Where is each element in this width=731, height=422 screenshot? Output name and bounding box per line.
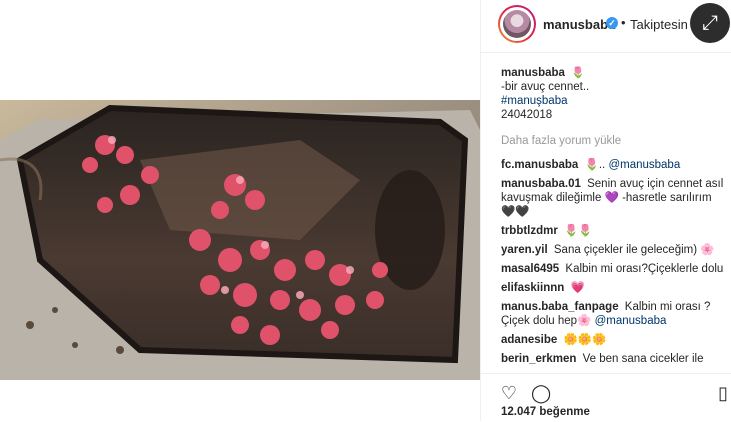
- caption: manusbaba 🌷 -bir avuç cennet.. #manuşbab…: [501, 66, 727, 122]
- caption-date: 24042018: [501, 109, 553, 121]
- comment-mention[interactable]: @manusbaba: [595, 315, 667, 327]
- header-separator: •: [621, 15, 626, 30]
- comments-list: manusbaba 🌷 -bir avuç cennet.. #manuşbab…: [501, 66, 727, 371]
- comment-username[interactable]: yaren.yil: [501, 244, 548, 256]
- comment-text: Kalbin mi orası?Çiçeklerle dolu: [565, 263, 724, 275]
- comment-username[interactable]: adanesibe: [501, 334, 557, 346]
- comment-text: 🌼🌼🌼: [563, 334, 607, 346]
- comment-username[interactable]: berin_erkmen: [501, 353, 576, 365]
- comment-emoji: 🌸: [700, 244, 715, 256]
- list-item: adanesibe 🌼🌼🌼: [501, 333, 727, 347]
- expand-arrows-icon[interactable]: ⤢: [690, 3, 730, 43]
- list-item: elifaskiinnn 💗: [501, 281, 727, 295]
- caption-hashtag[interactable]: #manuşbaba: [501, 95, 568, 107]
- list-item: yaren.yil Sana çiçekler ile geleceğim) 🌸: [501, 243, 727, 257]
- comment-text: 🌷..: [584, 159, 606, 171]
- comment-text: Ve ben sana cicekler ile: [582, 353, 704, 365]
- caption-line: -bir avuç cennet..: [501, 81, 590, 93]
- comment-username[interactable]: masal6495: [501, 263, 559, 275]
- caption-username[interactable]: manusbaba: [501, 67, 565, 79]
- likes-count[interactable]: 12.047 beğenme: [501, 406, 590, 418]
- comment-mention[interactable]: @manusbaba: [608, 159, 680, 171]
- post-photo[interactable]: [0, 100, 480, 380]
- list-item: fc.manusbaba 🌷.. @manusbaba: [501, 158, 727, 172]
- follow-status-button[interactable]: Takiptesin: [630, 17, 688, 32]
- verified-check-icon: ✓: [606, 17, 618, 29]
- heart-icon[interactable]: ♡: [499, 383, 519, 403]
- list-item: manusbaba.01 Senin avuç için cennet asıl…: [501, 177, 727, 219]
- bookmark-icon[interactable]: ▯: [713, 383, 731, 403]
- comment-text: 🌷🌷: [564, 225, 593, 237]
- list-item: masal6495 Kalbin mi orası?Çiçeklerle dol…: [501, 262, 727, 276]
- comment-username[interactable]: manus.baba_fanpage: [501, 301, 619, 313]
- comment-username[interactable]: elifaskiinnn: [501, 282, 564, 294]
- list-item: trbbtlzdmr 🌷🌷: [501, 224, 727, 238]
- comment-text: 💗: [570, 282, 585, 294]
- car-flowers-photo: [0, 100, 480, 380]
- load-more-comments-button[interactable]: Daha fazla yorum yükle: [501, 134, 727, 148]
- post-sidebar: manusbaba ✓ • Takiptesin ⤢ manusbaba 🌷 -…: [480, 0, 731, 421]
- list-item: manus.baba_fanpage Kalbin mi orası ? Çiç…: [501, 300, 727, 328]
- post-media-area: [0, 0, 480, 421]
- post-header: manusbaba ✓ • Takiptesin ⤢: [481, 0, 731, 53]
- comment-text: Sana çiçekler ile geleceğim): [553, 244, 698, 256]
- comment-username[interactable]: manusbaba.01: [501, 178, 581, 190]
- list-item: berin_erkmen Ve ben sana cicekler ile: [501, 352, 727, 366]
- comment-username[interactable]: trbbtlzdmr: [501, 225, 558, 237]
- avatar[interactable]: [498, 5, 536, 43]
- comment-icon[interactable]: ◯: [531, 383, 551, 403]
- header-username[interactable]: manusbaba: [543, 17, 615, 32]
- caption-emoji: 🌷: [571, 67, 585, 79]
- comment-username[interactable]: fc.manusbaba: [501, 159, 578, 171]
